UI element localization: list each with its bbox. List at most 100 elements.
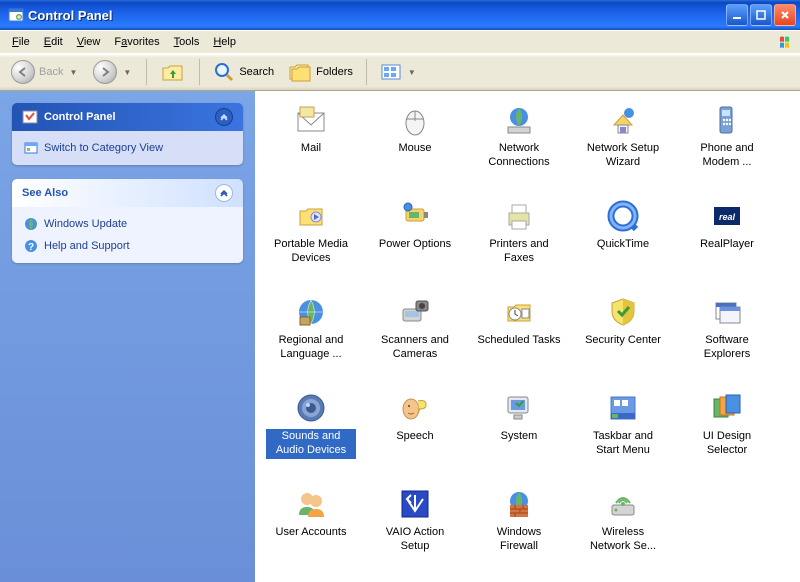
panel2-title: See Also [22,187,68,199]
cpl-item-quicktime[interactable]: QuickTime [575,199,671,291]
cpl-label: Software Explorers [682,333,772,363]
cpl-item-sounds[interactable]: Sounds and Audio Devices [263,391,359,483]
cpl-label: Wireless Network Se... [578,525,668,555]
cpl-label: Scanners and Cameras [370,333,460,363]
cpl-item-taskbar[interactable]: Taskbar and Start Menu [575,391,671,483]
cpl-item-scheduled[interactable]: Scheduled Tasks [471,295,567,387]
scanners-icon [398,295,432,329]
cpl-item-scanners[interactable]: Scanners and Cameras [367,295,463,387]
network-connections-icon [502,103,536,137]
speech-icon [398,391,432,425]
quicktime-icon [606,199,640,233]
cpl-item-security[interactable]: Security Center [575,295,671,387]
maximize-button[interactable] [750,4,772,26]
cpl-label: UI Design Selector [682,429,772,459]
cpl-item-printers[interactable]: Printers and Faxes [471,199,567,291]
network-setup-icon [606,103,640,137]
cpl-label: QuickTime [594,237,652,253]
collapse-icon[interactable] [215,108,233,126]
minimize-button[interactable] [726,4,748,26]
forward-button[interactable]: ▼ [88,57,138,87]
taskbar-icon [606,391,640,425]
menu-favorites[interactable]: Favorites [108,34,165,50]
folder-up-icon [160,60,186,84]
forward-dropdown[interactable]: ▼ [121,68,133,77]
close-button[interactable] [774,4,796,26]
search-label: Search [239,66,274,78]
realplayer-icon: real [710,199,744,233]
phone-modem-icon [710,103,744,137]
help-icon: ? [24,239,38,253]
sounds-icon [294,391,328,425]
cpl-label: Mouse [395,141,434,157]
menu-file[interactable]: File [6,34,36,50]
panel-control-panel: Control Panel Switch to Category View [12,103,243,165]
back-label: Back [39,66,63,78]
window-buttons [726,4,796,26]
menu-help[interactable]: Help [207,34,242,50]
wireless-icon [606,487,640,521]
cpl-item-software-explorers[interactable]: Software Explorers [679,295,775,387]
panel2-header[interactable]: See Also [12,179,243,207]
views-icon [380,62,402,82]
cpl-item-mail[interactable]: Mail [263,103,359,195]
panel-see-also: See Also Windows Update ? Help and Suppo… [12,179,243,263]
back-dropdown[interactable]: ▼ [67,68,79,77]
power-icon [398,199,432,233]
cpl-item-mouse[interactable]: Mouse [367,103,463,195]
cpl-label: Power Options [376,237,454,253]
cpl-item-wireless[interactable]: Wireless Network Se... [575,487,671,579]
up-button[interactable] [155,57,191,87]
panel1-body: Switch to Category View [12,131,243,165]
cpl-item-network-setup[interactable]: Network Setup Wizard [575,103,671,195]
cpl-label: Windows Firewall [474,525,564,555]
switch-category-link[interactable]: Switch to Category View [24,141,231,155]
help-support-label: Help and Support [44,240,130,252]
window-icon [8,7,24,23]
menu-tools[interactable]: Tools [168,34,206,50]
cpl-item-ui-design[interactable]: UI Design Selector [679,391,775,483]
collapse-icon-2[interactable] [215,184,233,202]
cpl-label: Portable Media Devices [266,237,356,267]
windows-update-link[interactable]: Windows Update [24,217,231,231]
cpl-label: Scheduled Tasks [475,333,564,349]
mail-icon [294,103,328,137]
cpl-item-portable-media[interactable]: Portable Media Devices [263,199,359,291]
cpl-item-vaio[interactable]: VAIO Action Setup [367,487,463,579]
user-accounts-icon [294,487,328,521]
mouse-icon [398,103,432,137]
cpl-item-speech[interactable]: Speech [367,391,463,483]
menu-edit[interactable]: Edit [38,34,69,50]
toolbar: Back ▼ ▼ Search Folders ▼ [0,54,800,91]
views-dropdown[interactable]: ▼ [406,68,418,77]
sidebar: Control Panel Switch to Category View Se… [0,91,255,582]
cpl-item-realplayer[interactable]: realRealPlayer [679,199,775,291]
cpl-item-power[interactable]: Power Options [367,199,463,291]
cpl-item-phone-modem[interactable]: Phone and Modem ... [679,103,775,195]
window-title: Control Panel [28,8,726,23]
cpl-item-system[interactable]: System [471,391,567,483]
panel1-header[interactable]: Control Panel [12,103,243,131]
back-button[interactable]: Back ▼ [6,57,84,87]
search-button[interactable]: Search [208,58,279,86]
forward-arrow-icon [93,60,117,84]
category-icon [24,141,38,155]
panel2-body: Windows Update ? Help and Support [12,207,243,263]
globe-icon [24,217,38,231]
cpl-item-network-connections[interactable]: Network Connections [471,103,567,195]
windows-flag-icon [778,34,796,52]
cpl-item-firewall[interactable]: Windows Firewall [471,487,567,579]
system-icon [502,391,536,425]
views-button[interactable]: ▼ [375,59,423,85]
svg-text:real: real [719,212,736,222]
switch-category-label: Switch to Category View [44,142,163,154]
printers-icon [502,199,536,233]
menu-view[interactable]: View [71,34,107,50]
scheduled-icon [502,295,536,329]
help-support-link[interactable]: ? Help and Support [24,239,231,253]
folders-label: Folders [316,66,353,78]
cpl-label: Regional and Language ... [266,333,356,363]
cpl-item-user-accounts[interactable]: User Accounts [263,487,359,579]
cpl-item-regional[interactable]: Regional and Language ... [263,295,359,387]
folders-button[interactable]: Folders [283,58,358,86]
